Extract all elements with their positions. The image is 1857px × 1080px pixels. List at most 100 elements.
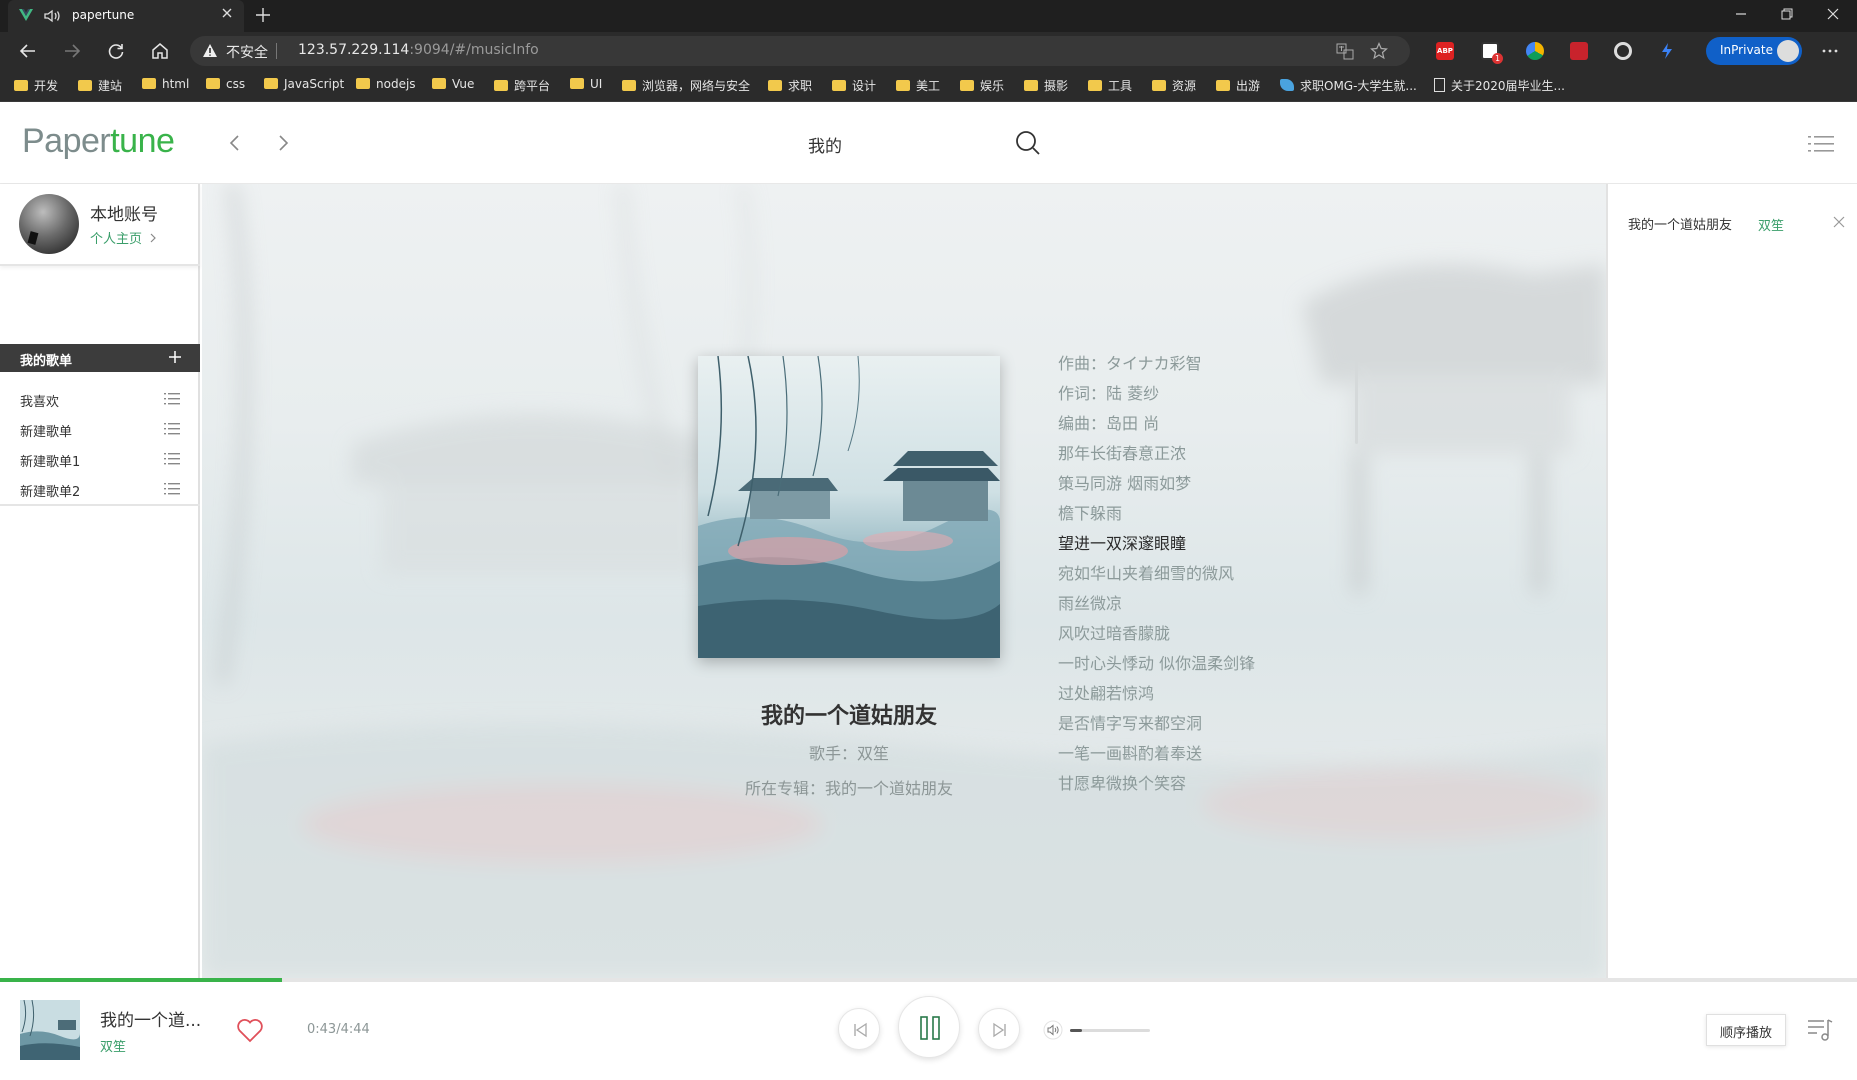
translate-icon[interactable] bbox=[1336, 42, 1354, 60]
remove-from-queue-icon[interactable] bbox=[1833, 216, 1845, 228]
back-icon[interactable] bbox=[18, 41, 38, 61]
avatar[interactable] bbox=[19, 194, 79, 254]
volume-slider[interactable] bbox=[1070, 1029, 1150, 1032]
list-icon[interactable] bbox=[164, 423, 180, 435]
header-title[interactable]: 我的 bbox=[808, 132, 842, 157]
play-mode-button[interactable]: 顺序播放 bbox=[1706, 1014, 1786, 1046]
bookmark-item[interactable]: 浏览器，网络与安全 bbox=[622, 77, 750, 95]
bookmark-item[interactable]: 娱乐 bbox=[960, 77, 1004, 95]
lyric-line[interactable]: 是否情字写来都空洞 bbox=[1058, 706, 1358, 736]
previous-track-button[interactable] bbox=[838, 1008, 880, 1050]
list-icon[interactable] bbox=[164, 393, 180, 405]
lyric-line[interactable]: 甘愿卑微换个笑容 bbox=[1058, 766, 1358, 796]
queue-item-artist[interactable]: 双笙 bbox=[1758, 215, 1784, 234]
new-tab-icon[interactable] bbox=[254, 6, 272, 24]
bookmark-item[interactable]: 资源 bbox=[1152, 77, 1196, 95]
bookmark-item[interactable]: css bbox=[206, 77, 245, 95]
refresh-icon[interactable] bbox=[106, 41, 126, 61]
now-playing-artist[interactable]: 双笙 bbox=[100, 1036, 126, 1055]
bookmark-item[interactable]: 出游 bbox=[1216, 77, 1260, 95]
playlist-item[interactable]: 新建歌单1 bbox=[0, 444, 200, 474]
url-bar[interactable]: 不安全 123.57.229.114:9094/#/musicInfo bbox=[190, 36, 1410, 66]
inprivate-button[interactable]: InPrivate bbox=[1706, 37, 1802, 65]
bookmark-item[interactable]: JavaScript bbox=[264, 77, 344, 95]
folder-icon bbox=[78, 80, 92, 91]
lyric-line[interactable]: 风吹过暗香朦胧 bbox=[1058, 616, 1358, 646]
bookmark-item[interactable]: html bbox=[142, 77, 189, 95]
bookmark-item[interactable]: 跨平台 bbox=[494, 77, 550, 95]
adblock-plus-icon[interactable]: ABP bbox=[1436, 42, 1454, 60]
bolt-extension-icon[interactable] bbox=[1658, 42, 1676, 60]
mini-album-cover[interactable] bbox=[20, 1000, 80, 1060]
queue-item-title[interactable]: 我的一个道姑朋友 bbox=[1628, 214, 1732, 233]
lyric-line[interactable]: 作曲：タイナカ彩智 bbox=[1058, 346, 1358, 376]
playlist-item[interactable]: 新建歌单 bbox=[0, 414, 200, 444]
lyric-line[interactable]: 策马同游 烟雨如梦 bbox=[1058, 466, 1358, 496]
lyric-line[interactable]: 檐下躲雨 bbox=[1058, 496, 1358, 526]
volume-icon[interactable] bbox=[1043, 1020, 1063, 1040]
speaker-icon[interactable] bbox=[44, 9, 62, 23]
lyrics-panel[interactable]: 作曲：タイナカ彩智 作词：陆 菱纱 编曲：岛田 尚那年长街春意正浓 策马同游 烟雨如梦… bbox=[1058, 346, 1358, 796]
more-options-icon[interactable] bbox=[1820, 41, 1840, 61]
lyric-line[interactable]: 一时心头悸动 似你温柔剑锋 bbox=[1058, 646, 1358, 676]
song-artist[interactable]: 歌手：双笙 bbox=[648, 740, 1050, 764]
lyric-line[interactable]: 那年长街春意正浓 bbox=[1058, 436, 1358, 466]
sync-extension-icon[interactable] bbox=[1614, 42, 1632, 60]
bookmark-item[interactable]: 设计 bbox=[832, 77, 876, 95]
playlist-queue-icon[interactable] bbox=[1806, 1016, 1834, 1044]
close-window-icon[interactable] bbox=[1825, 6, 1841, 22]
folder-icon bbox=[142, 78, 156, 89]
bookmark-item[interactable]: 求职 bbox=[768, 77, 812, 95]
lyric-line[interactable]: 雨丝微凉 bbox=[1058, 586, 1358, 616]
playlist-item[interactable]: 新建歌单2 bbox=[0, 474, 200, 504]
lyric-line[interactable]: 作词：陆 菱纱 bbox=[1058, 376, 1358, 406]
history-back-icon[interactable] bbox=[226, 133, 244, 153]
red-extension-icon[interactable] bbox=[1570, 42, 1588, 60]
favorite-star-icon[interactable] bbox=[1370, 42, 1388, 60]
warning-icon[interactable] bbox=[202, 43, 218, 59]
search-icon[interactable] bbox=[1014, 129, 1042, 157]
next-track-button[interactable] bbox=[978, 1008, 1020, 1050]
lyric-line[interactable]: 编曲：岛田 尚 bbox=[1058, 406, 1358, 436]
lyric-line[interactable]: 一笔一画斟酌着奉送 bbox=[1058, 736, 1358, 766]
bookmark-item[interactable]: UI bbox=[570, 77, 602, 95]
list-icon[interactable] bbox=[164, 483, 180, 495]
minimize-icon[interactable] bbox=[1733, 6, 1749, 22]
pause-icon bbox=[920, 1016, 940, 1040]
bookmark-item[interactable]: 工具 bbox=[1088, 77, 1132, 95]
bookmark-item[interactable]: 摄影 bbox=[1024, 77, 1068, 95]
lyrics-scrollbar[interactable] bbox=[1355, 356, 1358, 444]
restore-icon[interactable] bbox=[1779, 6, 1795, 22]
lyric-line[interactable]: 宛如华山夹着细雪的微风 bbox=[1058, 556, 1358, 586]
bookmark-item[interactable]: 开发 bbox=[14, 77, 58, 95]
chevron-right-icon bbox=[150, 233, 156, 243]
add-playlist-icon[interactable] bbox=[168, 350, 182, 364]
list-icon[interactable] bbox=[164, 453, 180, 465]
heart-icon[interactable] bbox=[236, 1017, 264, 1043]
bookmark-item[interactable]: 关于2020届毕业生... bbox=[1434, 77, 1565, 95]
lyric-line-active[interactable]: 望进一双深邃眼瞳 bbox=[1058, 526, 1358, 556]
browser-tab[interactable]: papertune bbox=[8, 0, 244, 32]
extension-icon[interactable]: 1 bbox=[1481, 42, 1503, 64]
bookmark-item[interactable]: 建站 bbox=[78, 77, 122, 95]
lyric-line[interactable]: 过处翩若惊鸿 bbox=[1058, 676, 1358, 706]
now-playing-title[interactable]: 我的一个道... bbox=[100, 1006, 201, 1031]
close-tab-icon[interactable] bbox=[220, 6, 234, 20]
song-album[interactable]: 所在专辑：我的一个道姑朋友 bbox=[648, 775, 1050, 799]
home-icon[interactable] bbox=[150, 41, 170, 61]
history-forward-icon[interactable] bbox=[274, 133, 292, 153]
bookmark-item[interactable]: 美工 bbox=[896, 77, 940, 95]
play-pause-button[interactable] bbox=[898, 996, 960, 1058]
not-secure-label[interactable]: 不安全 bbox=[226, 42, 268, 62]
bookmark-item[interactable]: Vue bbox=[432, 77, 474, 95]
colorful-extension-icon[interactable] bbox=[1526, 42, 1544, 60]
logo-text-tune: tune bbox=[110, 122, 175, 160]
app-logo[interactable]: Papertune bbox=[22, 122, 175, 161]
bookmark-item[interactable]: 求职OMG-大学生就... bbox=[1280, 77, 1417, 95]
menu-list-icon[interactable] bbox=[1808, 134, 1834, 154]
bookmark-item[interactable]: nodejs bbox=[356, 77, 416, 95]
forward-icon[interactable] bbox=[62, 41, 82, 61]
playlist-item[interactable]: 我喜欢 bbox=[0, 384, 200, 414]
profile-link[interactable]: 个人主页 bbox=[90, 228, 160, 247]
url-text[interactable]: 123.57.229.114:9094/#/musicInfo bbox=[298, 42, 539, 58]
